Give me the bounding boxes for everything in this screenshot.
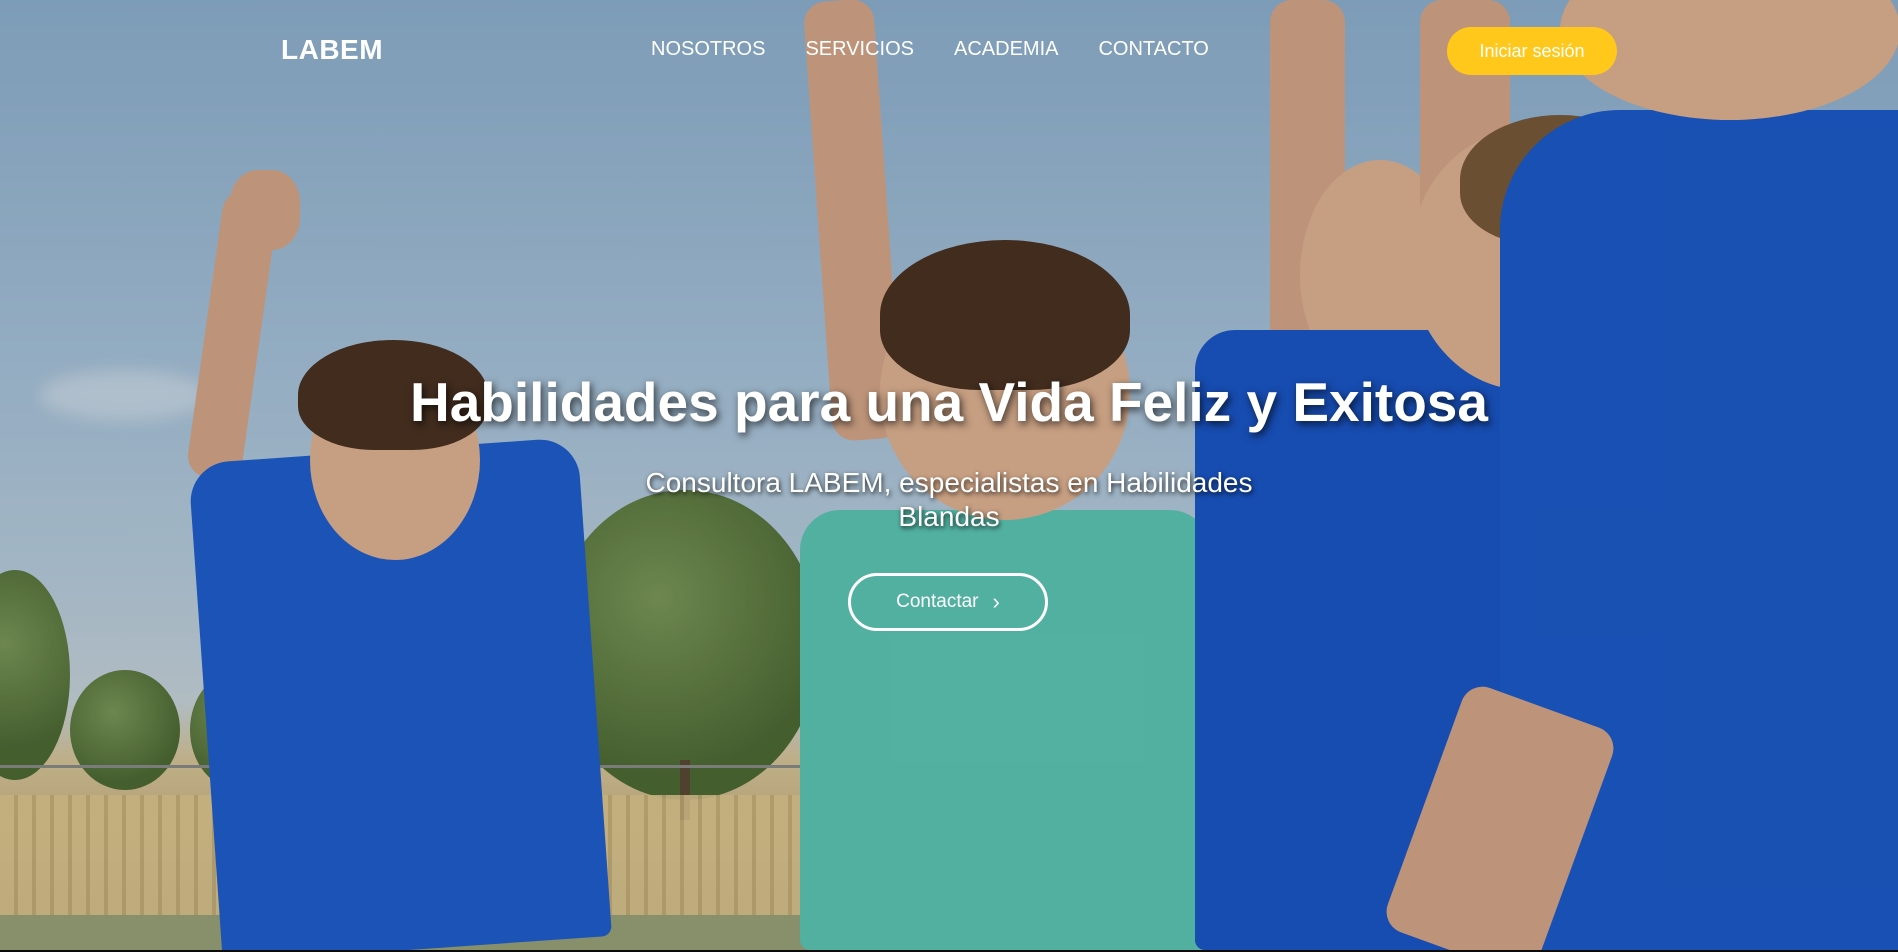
top-navbar: LABEM NOSOTROS SERVICIOS ACADEMIA CONTAC… (0, 0, 1898, 100)
nav-item-contacto[interactable]: CONTACTO (1098, 38, 1208, 61)
contact-button-label: Contactar (896, 591, 979, 612)
site-logo[interactable]: LABEM (281, 34, 383, 66)
chevron-right-icon: › (992, 589, 1000, 614)
main-menu: NOSOTROS SERVICIOS ACADEMIA CONTACTO (651, 38, 1209, 61)
nav-item-academia[interactable]: ACADEMIA (954, 38, 1058, 61)
contact-button[interactable]: Contactar › (848, 573, 1048, 631)
nav-item-nosotros[interactable]: NOSOTROS (651, 38, 765, 61)
nav-item-servicios[interactable]: SERVICIOS (805, 38, 914, 61)
hero-title: Habilidades para una Vida Feliz y Exitos… (410, 371, 1488, 433)
login-button[interactable]: Iniciar sesión (1447, 27, 1617, 75)
hero-subtitle: Consultora LABEM, especialistas en Habil… (645, 467, 1253, 532)
